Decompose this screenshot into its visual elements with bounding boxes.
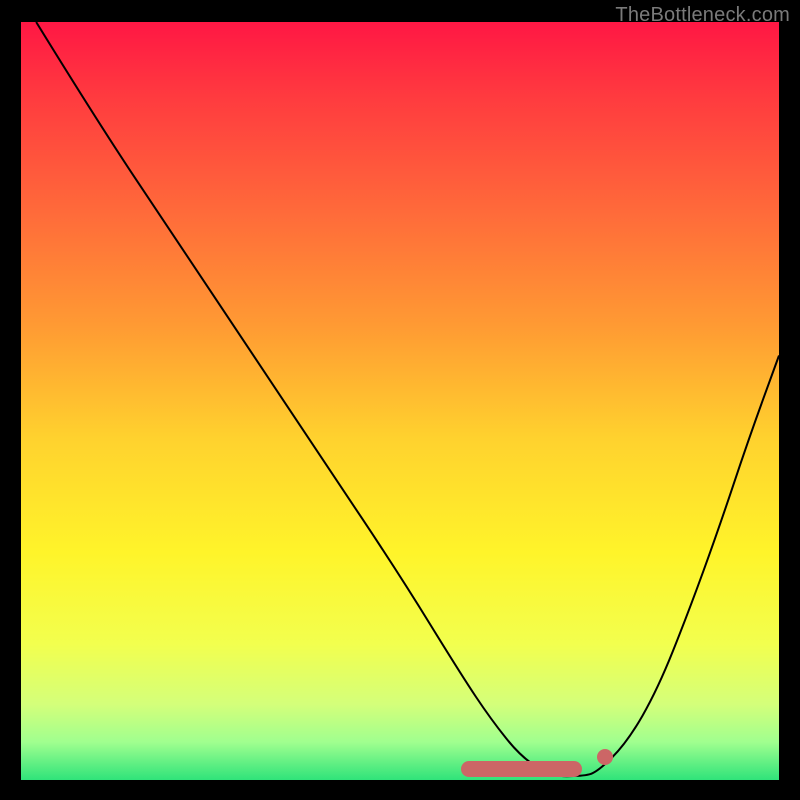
watermark-text: TheBottleneck.com [615, 4, 790, 27]
bottleneck-curve [21, 22, 779, 780]
optimal-range-marker [461, 761, 582, 777]
chart-area [21, 22, 779, 780]
optimal-point-marker [597, 749, 613, 765]
